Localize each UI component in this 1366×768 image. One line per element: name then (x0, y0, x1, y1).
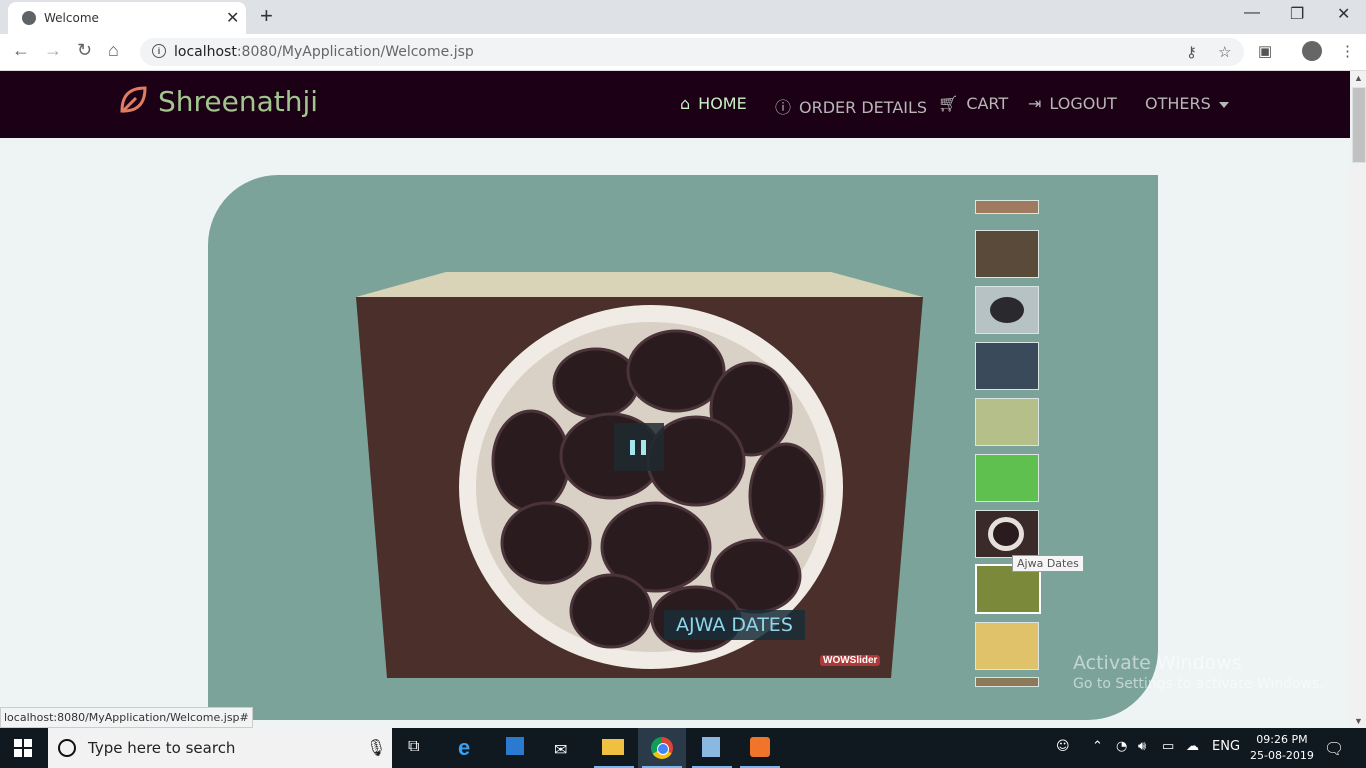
thumbnail-golden-raisins[interactable] (975, 622, 1039, 670)
window-close-icon[interactable]: ✕ (1337, 4, 1350, 24)
thumbnail-ajwa-dates[interactable] (975, 510, 1039, 558)
task-view-icon[interactable]: ⧉ (392, 728, 440, 768)
people-icon[interactable]: ☺ (1056, 739, 1070, 754)
thumbnail-raisins-green[interactable] (975, 398, 1039, 446)
language-indicator[interactable]: ENG (1212, 739, 1240, 754)
activate-windows-title: Activate Windows (1073, 652, 1242, 674)
url-text: localhost:8080/MyApplication/Welcome.jsp (174, 44, 474, 60)
slide-caption: AJWA DATES (664, 610, 805, 640)
site-info-icon[interactable]: i (152, 44, 166, 58)
windows-start-icon[interactable] (14, 739, 32, 757)
volume-icon[interactable]: 🔊︎ (1138, 739, 1146, 754)
globe-icon (22, 11, 36, 25)
taskbar-clock[interactable]: 09:26 PM 25-08-2019 (1250, 732, 1314, 764)
onedrive-icon[interactable]: ☁ (1186, 739, 1199, 754)
minimize-icon[interactable]: — (1244, 4, 1260, 22)
thumbnail-chia-seeds[interactable] (975, 342, 1039, 390)
thumbnail-spices[interactable] (975, 230, 1039, 278)
bookmark-star-icon[interactable]: ☆ (1218, 43, 1231, 61)
reload-icon[interactable]: ↻ (77, 40, 92, 61)
menu-kebab-icon[interactable]: ⋮ (1340, 42, 1355, 60)
wowslider-logo: WOWSlider (820, 655, 881, 666)
thumbnail-dates[interactable] (975, 286, 1039, 334)
wifi-icon[interactable]: ◔ (1116, 739, 1127, 754)
info-circle-icon: ⓘ (775, 98, 792, 117)
caret-down-icon (1218, 101, 1229, 108)
scrollbar-thumb[interactable] (1352, 87, 1366, 163)
close-tab-icon[interactable]: ✕ (226, 8, 239, 28)
address-bar[interactable]: i localhost:8080/MyApplication/Welcome.j… (140, 38, 1244, 66)
thumbnail-cardamom[interactable] (975, 454, 1039, 502)
cortana-icon (58, 739, 76, 757)
browser-tab[interactable]: Welcome ✕ (8, 2, 246, 34)
windows-taskbar: Type here to search 🎙︎ ⧉ e ✉ ☺ ⌃ ◔ 🔊︎ ▭ … (0, 728, 1366, 768)
show-hidden-icons[interactable]: ⌃ (1092, 739, 1103, 754)
pause-button[interactable] (614, 423, 664, 471)
nav-logout[interactable]: ⇥ LOGOUT (1028, 94, 1117, 113)
microphone-icon[interactable]: 🎙︎ (366, 738, 386, 758)
store-icon[interactable] (492, 728, 540, 768)
virtualbox-icon[interactable] (688, 728, 736, 768)
nav-others-dropdown[interactable]: OTHERS (1145, 94, 1229, 113)
home-icon[interactable]: ⌂ (108, 40, 119, 61)
browser-status-url: localhost:8080/MyApplication/Welcome.jsp… (0, 707, 253, 728)
scroll-up-icon[interactable]: ▲ (1354, 73, 1363, 83)
browser-tabbar: Welcome ✕ + — ❐ ✕ (0, 0, 1366, 34)
scroll-down-icon[interactable]: ▼ (1354, 716, 1363, 726)
forward-icon[interactable]: → (44, 40, 62, 61)
key-icon[interactable]: ⚷ (1186, 43, 1197, 61)
profile-avatar[interactable] (1302, 41, 1322, 61)
home-icon: ⌂ (680, 94, 691, 113)
mail-icon[interactable]: ✉ (540, 728, 588, 768)
leaf-logo-icon (120, 86, 147, 114)
thumbnail-tooltip: Ajwa Dates (1012, 555, 1084, 572)
image-slider-panel: AJWA DATES WOWSlider (208, 175, 1158, 720)
new-tab-icon[interactable]: + (260, 3, 273, 29)
thumbnail-almonds[interactable] (975, 200, 1039, 214)
activate-windows-subtitle: Go to Settings to activate Windows. (1073, 676, 1324, 692)
taskbar-search-box[interactable]: Type here to search 🎙︎ (48, 728, 392, 768)
extension-icon[interactable]: ▣ (1258, 42, 1272, 60)
chrome-browser-icon[interactable] (638, 728, 686, 768)
logout-icon: ⇥ (1028, 94, 1042, 113)
nav-home[interactable]: ⌂ HOME (680, 94, 747, 113)
slider-cube (356, 272, 923, 678)
restore-icon[interactable]: ❐ (1290, 4, 1304, 24)
browser-toolbar: ← → ↻ ⌂ i localhost:8080/MyApplication/W… (0, 34, 1366, 71)
battery-icon[interactable]: ▭ (1162, 739, 1174, 754)
back-icon[interactable]: ← (12, 40, 30, 61)
xampp-icon[interactable] (736, 728, 784, 768)
thumbnail-nuts[interactable] (975, 677, 1039, 687)
page-scrollbar[interactable]: ▲ ▼ (1350, 71, 1366, 728)
brand-name[interactable]: Shreenathji (158, 85, 318, 118)
nav-cart[interactable]: 🛒︎ CART (938, 94, 1008, 113)
search-placeholder: Type here to search (88, 739, 236, 757)
notifications-icon[interactable]: 🗨︎ (1324, 739, 1344, 758)
edge-browser-icon[interactable]: e (444, 728, 492, 768)
cart-icon: 🛒︎ (938, 94, 959, 113)
nav-order-details[interactable]: ⓘ ORDER DETAILS (775, 94, 927, 118)
site-navbar: Shreenathji ⌂ HOME ⓘ ORDER DETAILS 🛒︎ CART … (0, 71, 1350, 138)
tab-title: Welcome (44, 11, 99, 25)
file-explorer-icon[interactable] (590, 728, 638, 768)
